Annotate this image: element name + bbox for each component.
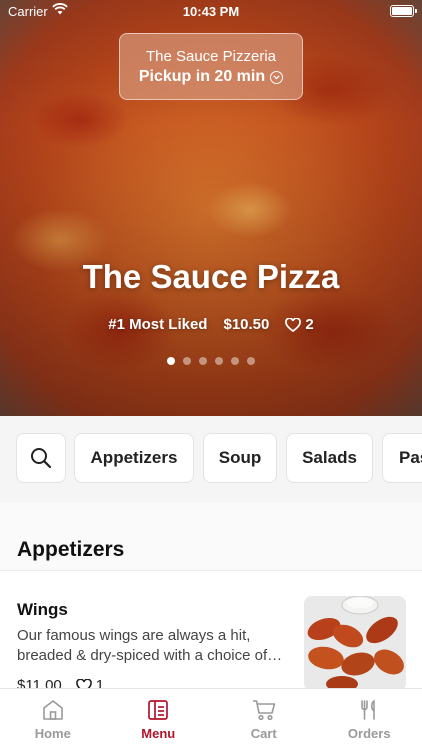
tab-home-label: Home — [34, 726, 71, 741]
carousel-dot[interactable] — [231, 357, 239, 365]
tab-orders-label: Orders — [347, 726, 391, 741]
featured-title: The Sauce Pizza — [82, 258, 340, 295]
featured-meta: #1 Most Liked $10.50 2 — [0, 316, 422, 333]
tab-menu-label: Menu — [141, 726, 176, 741]
featured-badge: #1 Most Liked — [108, 316, 208, 333]
carousel-dots[interactable] — [0, 357, 422, 365]
cart-icon — [252, 700, 276, 721]
chevron-down-icon — [270, 70, 284, 84]
category-chip-appetizers[interactable]: Appetizers — [74, 433, 194, 483]
status-bar: Carrier 10:43 PM — [0, 0, 422, 22]
section-title: Appetizers — [17, 538, 125, 561]
carousel-dot[interactable] — [247, 357, 255, 365]
tab-menu[interactable]: Menu — [106, 689, 212, 750]
section-header: Appetizers — [0, 502, 422, 570]
home-icon — [42, 700, 63, 720]
heart-icon — [285, 317, 302, 332]
category-chip-soup[interactable]: Soup — [203, 433, 277, 483]
tab-bar: Home Menu Cart Orders — [0, 688, 422, 750]
pickup-row: Pickup in 20 min — [120, 68, 302, 86]
tab-home[interactable]: Home — [0, 689, 106, 750]
featured-likes[interactable]: 2 — [285, 316, 314, 333]
menu-item-card[interactable]: Wings Our famous wings are always a hit,… — [0, 570, 422, 694]
item-photo — [304, 596, 406, 691]
menu-icon — [148, 700, 169, 720]
carousel-dot[interactable] — [199, 357, 207, 365]
wings-photo — [304, 596, 406, 691]
orders-icon — [361, 699, 376, 720]
tab-orders[interactable]: Orders — [317, 689, 422, 750]
store-name: The Sauce Pizzeria — [145, 48, 277, 65]
store-selector[interactable]: The Sauce Pizzeria Pickup in 20 min — [119, 33, 303, 100]
hero-banner[interactable]: Carrier 10:43 PM The Sauce Pizzeria Pick… — [0, 0, 422, 416]
clock: 10:43 PM — [182, 4, 240, 19]
search-icon — [31, 448, 52, 469]
item-name: Wings — [17, 600, 68, 619]
category-chip-salads[interactable]: Salads — [286, 433, 373, 483]
battery-icon — [390, 5, 417, 17]
carousel-dot[interactable] — [183, 357, 191, 365]
featured-like-count: 2 — [305, 316, 314, 333]
pickup-time: Pickup in 20 min — [138, 68, 266, 85]
category-chip-pasta[interactable]: Pas — [382, 433, 422, 483]
category-bar[interactable]: Appetizers Soup Salads Pas — [0, 416, 422, 502]
carousel-dot[interactable] — [215, 357, 223, 365]
featured-price: $10.50 — [223, 316, 270, 333]
item-description: Our famous wings are always a hit, bread… — [17, 627, 283, 664]
tab-cart[interactable]: Cart — [211, 689, 317, 750]
search-button[interactable] — [16, 433, 66, 483]
carousel-dot[interactable] — [167, 357, 175, 365]
tab-cart-label: Cart — [250, 726, 277, 741]
